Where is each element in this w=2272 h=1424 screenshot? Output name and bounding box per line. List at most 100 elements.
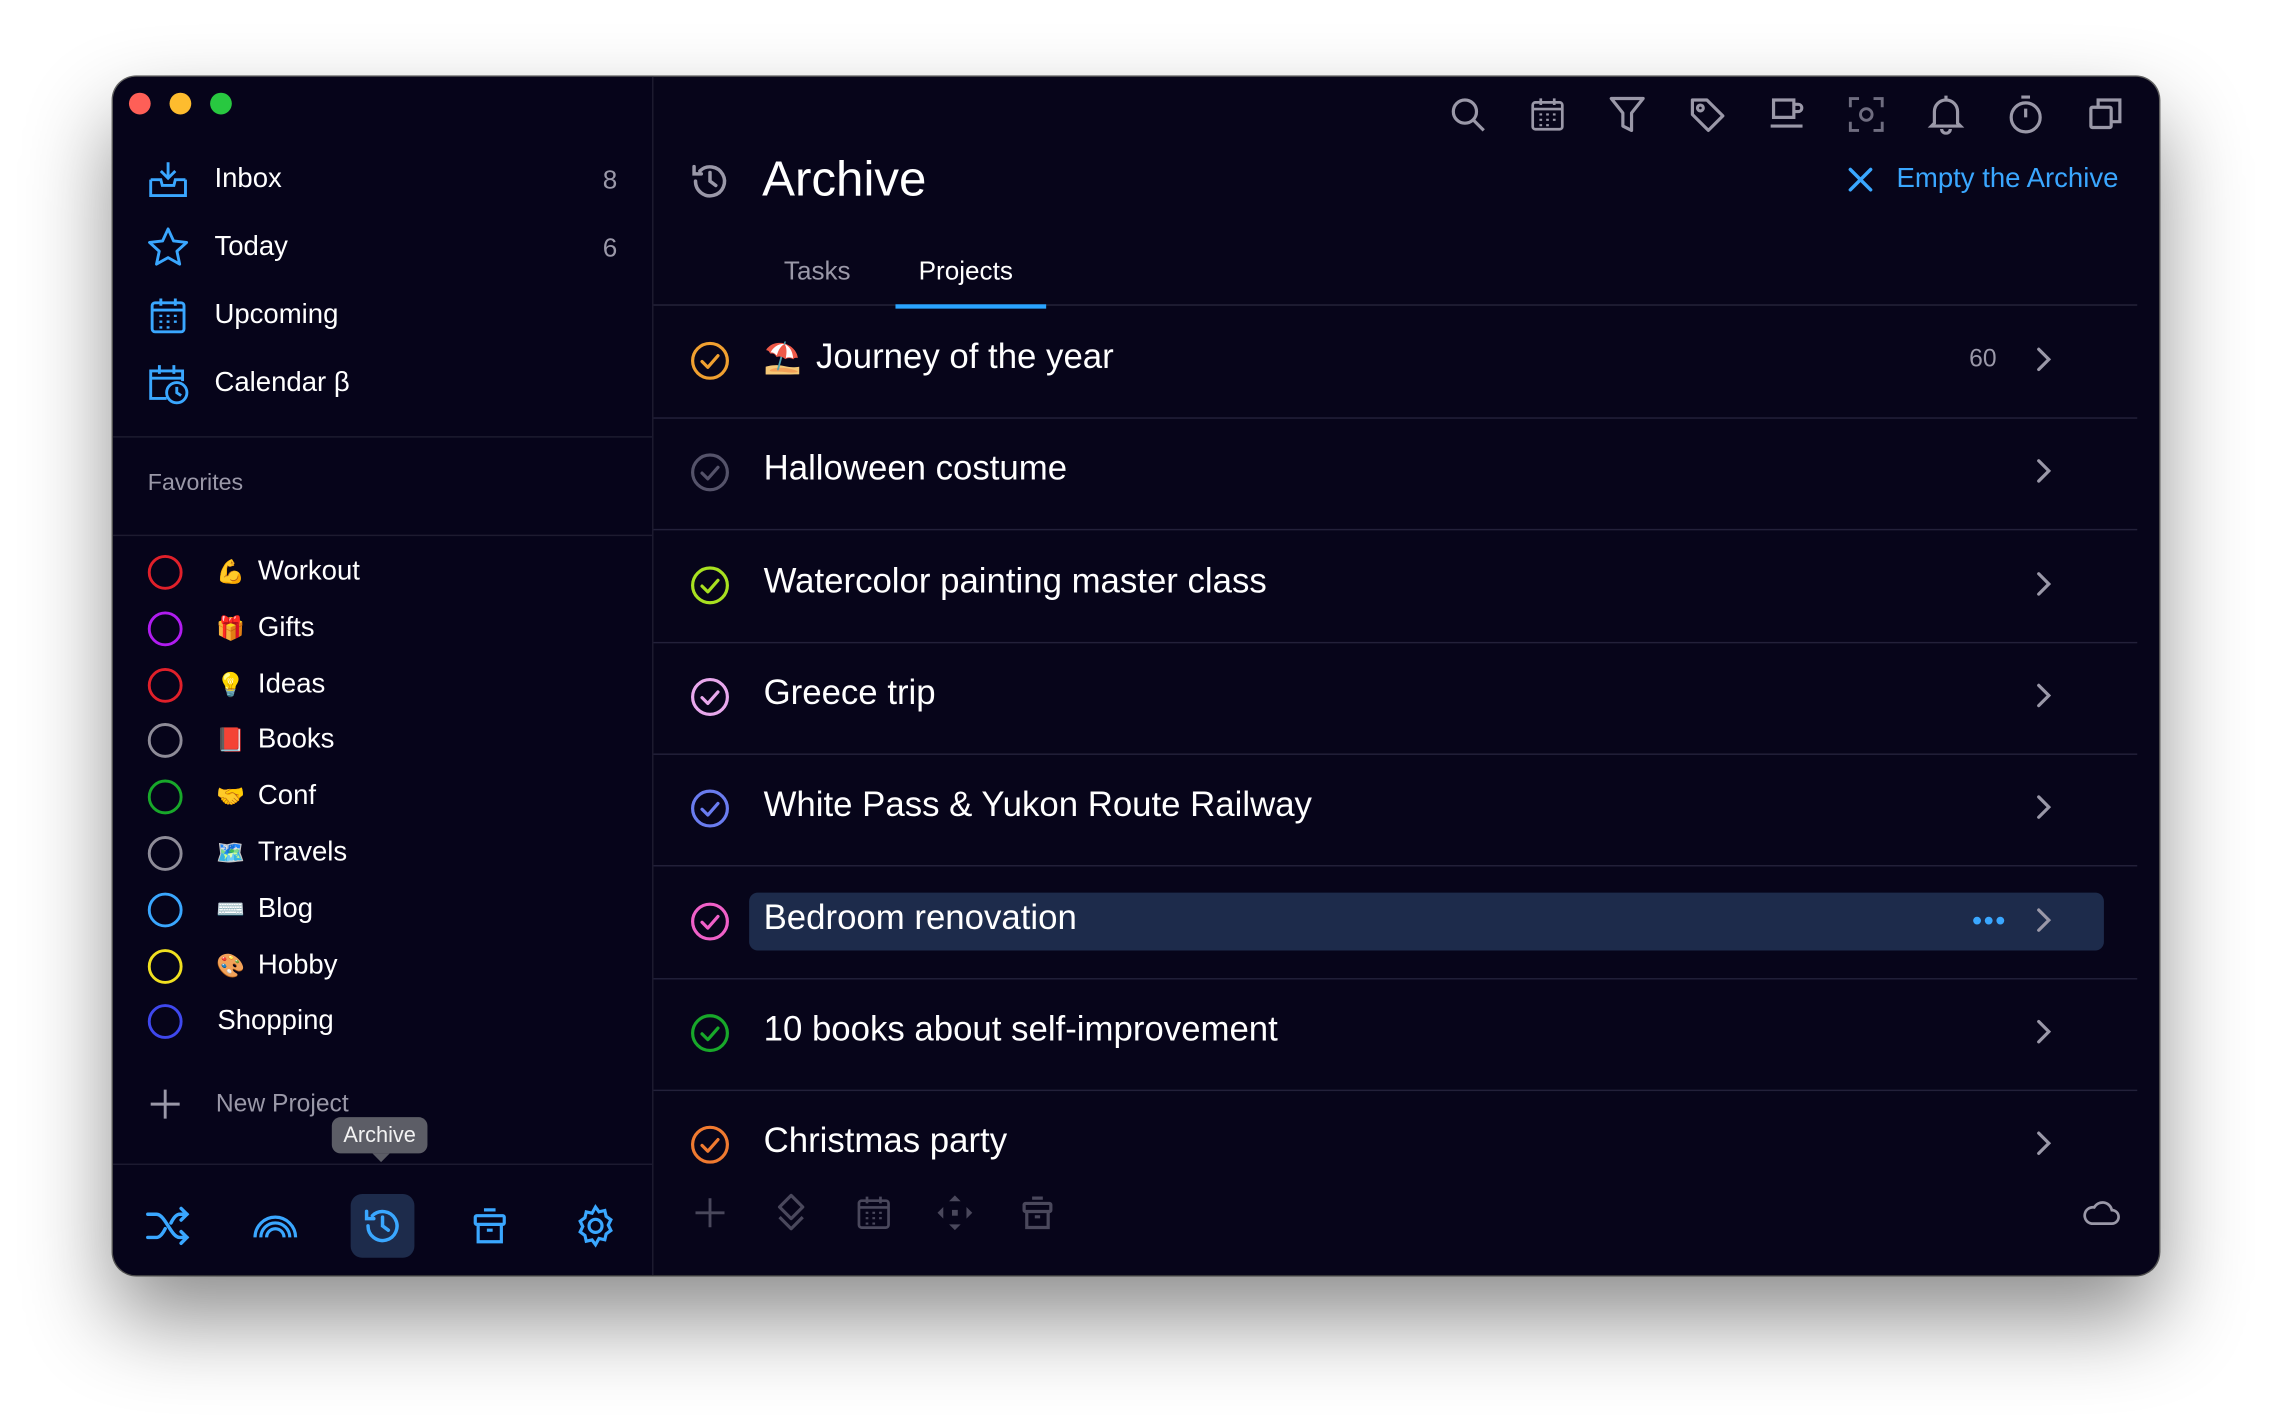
app-window: Inbox 8 Today 6 Upcoming Calendar β Favo… [113,76,2159,1276]
project-label: Hobby [257,950,338,981]
coffee-icon[interactable] [1766,94,1807,135]
completed-check-icon[interactable] [690,1013,731,1054]
project-emoji-icon: 💪 [215,560,245,586]
divider [113,534,653,537]
search-icon[interactable] [1448,94,1489,135]
sidebar-project-workout[interactable]: 💪 Workout [147,548,360,597]
row-title: Halloween costume [763,449,1068,489]
tab-tasks[interactable]: Tasks [784,256,851,286]
archive-project-row[interactable]: 10 books about self-improvement [653,978,2138,1091]
sidebar-project-shopping[interactable]: Shopping [147,997,334,1046]
calendar-icon[interactable] [853,1193,894,1234]
calendar-icon [145,293,191,339]
calendar-icon[interactable] [1527,94,1568,135]
project-emoji-icon: 💡 [215,673,245,699]
settings-icon[interactable] [564,1194,628,1258]
project-label: Travels [257,837,348,868]
trash-icon[interactable] [1017,1193,1058,1234]
nav-item-label: Today [214,231,288,263]
page-title: Archive [762,152,927,208]
tag-icon[interactable] [1687,94,1728,135]
cloud-icon[interactable] [2081,1193,2122,1234]
chevron-right-icon[interactable] [2034,1015,2060,1047]
arrows-icon[interactable] [935,1193,976,1234]
completed-check-icon[interactable] [690,1125,731,1166]
archive-row-label: Watercolor painting master class [764,562,1267,603]
chevron-right-icon[interactable] [2034,679,2060,711]
row-title: Christmas party [763,1121,1008,1161]
completed-check-icon[interactable] [690,341,731,382]
chevron-right-icon[interactable] [2034,1127,2060,1159]
more-options-icon[interactable]: ••• [1972,905,2007,938]
project-label: Conf [257,781,317,812]
copy-icon[interactable] [2085,94,2126,135]
archive-project-row[interactable]: Christmas party [653,1090,2137,1202]
new-project-button[interactable]: New Project [148,1088,349,1120]
nav-item-label: Upcoming [214,299,339,331]
chevron-right-icon[interactable] [2034,903,2060,935]
project-progress-ring [147,611,183,647]
trash-icon[interactable] [458,1194,522,1258]
empty-archive-button[interactable]: Empty the Archive [1847,164,2118,196]
project-progress-ring [147,836,183,871]
project-emoji-icon: 🗺️ [215,841,245,867]
nav-item-count: 8 [602,164,618,194]
tab-projects[interactable]: Projects [919,256,1013,286]
archive-project-row[interactable]: Greece trip [653,642,2138,755]
chevron-right-icon[interactable] [2034,455,2060,487]
archive-project-row[interactable]: Watercolor painting master class [653,530,2138,643]
chevron-right-icon[interactable] [2034,343,2060,375]
rainbow-icon[interactable] [243,1194,307,1258]
completed-check-icon[interactable] [690,677,731,718]
sidebar-project-books[interactable]: 📕 Books [147,716,334,765]
completed-check-icon[interactable] [690,901,731,942]
move-icon[interactable] [771,1193,812,1234]
sidebar-project-gifts[interactable]: 🎁 Gifts [147,604,315,653]
star-icon [145,225,191,271]
zoom-window-button[interactable] [210,92,232,115]
sidebar-project-hobby[interactable]: 🎨 Hobby [147,942,338,991]
nav-item-inbox[interactable]: Inbox 8 [145,154,623,206]
archive-project-row[interactable]: Bedroom renovation ••• [653,866,2138,979]
archive-history-icon[interactable] [350,1193,415,1258]
bell-icon[interactable] [1926,94,1967,135]
nav-item-calendar[interactable]: Calendar β [145,358,623,410]
minimize-window-button[interactable] [169,92,192,115]
project-emoji-icon: 🎁 [215,617,245,642]
sidebar-project-conf[interactable]: 🤝 Conf [147,772,317,821]
add-icon[interactable] [690,1193,731,1234]
close-window-button[interactable] [128,92,151,115]
project-progress-ring [147,667,183,703]
row-title: Bedroom renovation [763,897,1077,937]
completed-check-icon[interactable] [690,789,731,830]
row-title: White Pass & Yukon Route Railway [763,785,1312,825]
row-title: Greece trip [763,673,936,713]
archive-project-row[interactable]: White Pass & Yukon Route Railway [653,754,2138,867]
nav-item-today[interactable]: Today 6 [145,222,623,274]
focus-icon[interactable] [1846,94,1887,135]
shuffle-icon[interactable] [136,1194,200,1258]
sidebar-project-ideas[interactable]: 💡 Ideas [147,661,325,710]
project-progress-ring [147,949,183,984]
project-label: Shopping [217,1005,334,1037]
archive-project-row[interactable]: ⛱️ Journey of the year 60 [653,306,2138,419]
completed-check-icon[interactable] [690,453,731,494]
row-title: 10 books about self-improvement [763,1009,1278,1049]
completed-check-icon[interactable] [690,565,731,606]
filter-icon[interactable] [1607,94,1648,135]
nav-item-upcoming[interactable]: Upcoming [145,290,623,342]
archive-project-row[interactable]: Halloween costume [653,418,2138,531]
new-project-label: New Project [215,1089,349,1118]
project-progress-ring [147,1004,183,1039]
timer-icon[interactable] [2005,94,2046,135]
archive-row-label: ⛱️ Journey of the year [764,338,1114,379]
chevron-right-icon[interactable] [2034,567,2060,599]
project-emoji-icon: ⌨️ [215,898,245,924]
nav-item-label: Inbox [214,163,282,195]
empty-archive-label: Empty the Archive [1896,163,2119,195]
sidebar-project-blog[interactable]: ⌨️ Blog [147,885,313,934]
chevron-right-icon[interactable] [2034,791,2060,823]
archive-tooltip: Archive [331,1117,428,1163]
sidebar-project-travels[interactable]: 🗺️ Travels [147,829,348,878]
project-label: Workout [257,556,360,587]
